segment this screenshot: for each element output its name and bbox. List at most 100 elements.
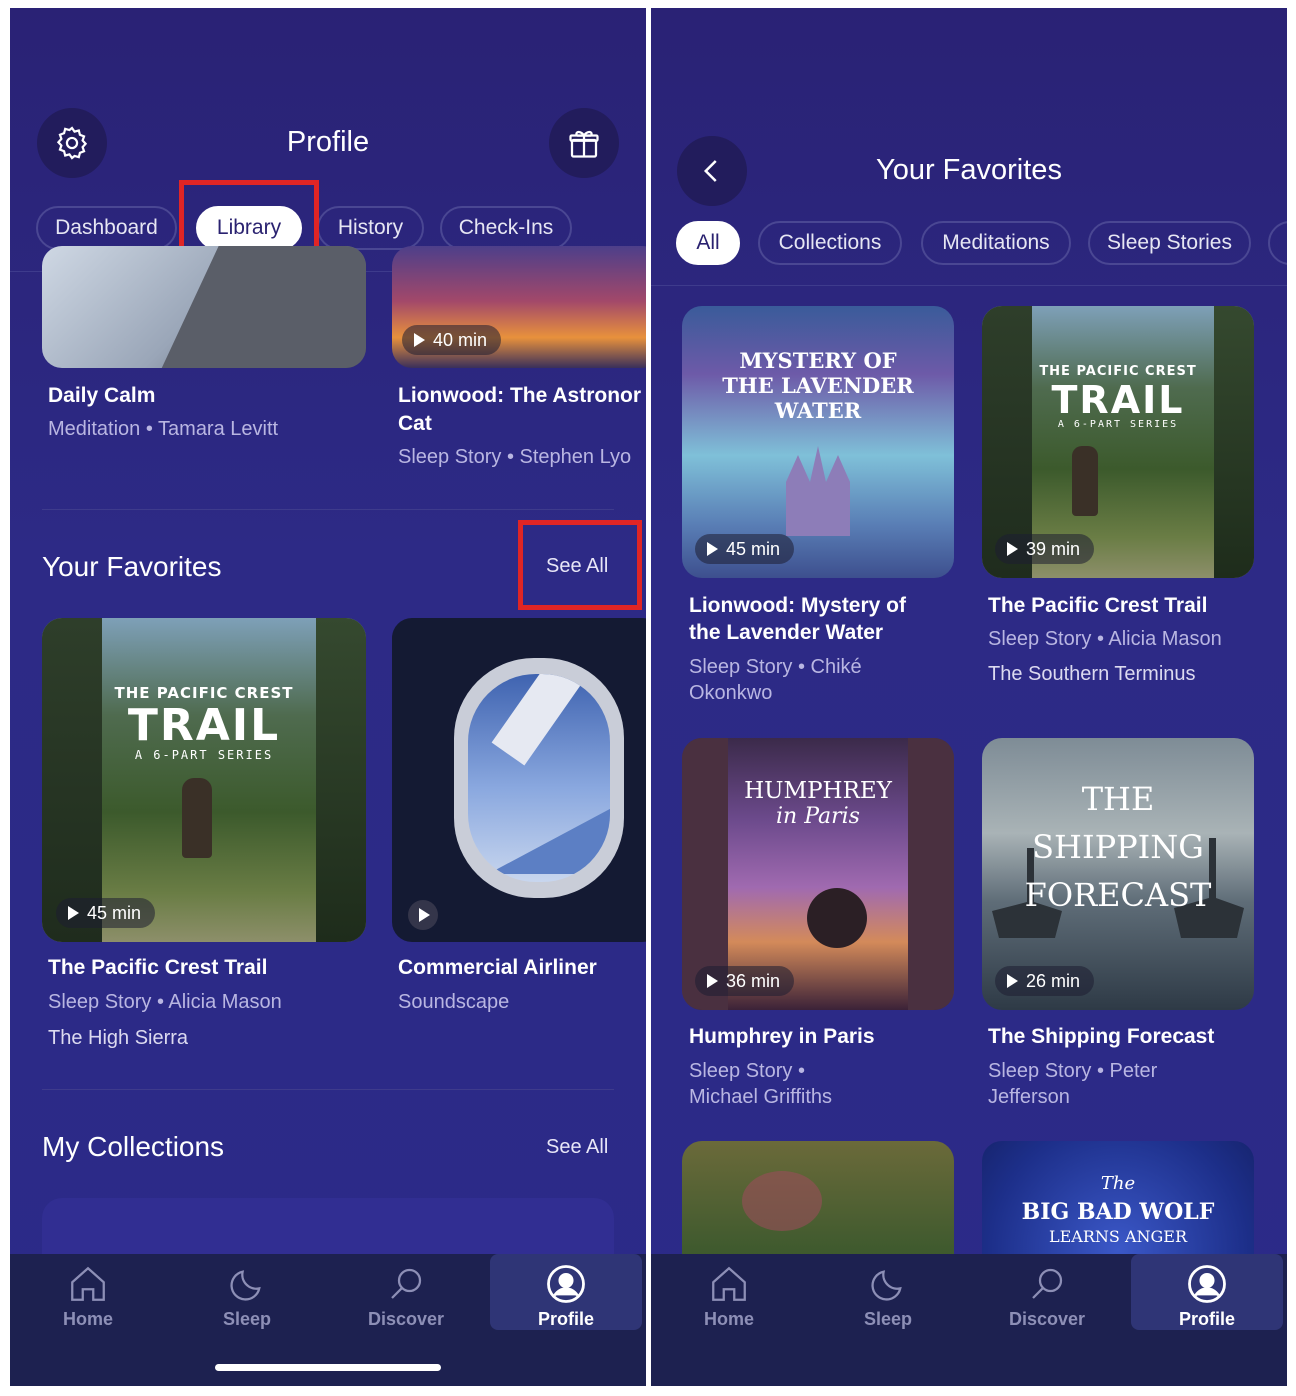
- duration-text: 45 min: [87, 902, 142, 923]
- play-icon: [707, 974, 718, 988]
- play-icon: [414, 333, 425, 347]
- art-text-line1: HUMPHREY: [744, 778, 892, 804]
- card-subtitle: Meditation • Tamara Levitt: [48, 418, 279, 440]
- profile-screen: Profile Dashboard Library History Check-…: [10, 8, 646, 1386]
- nav-discover[interactable]: Discover: [971, 1254, 1123, 1330]
- play-icon: [419, 908, 430, 922]
- card-title-line2[interactable]: Cat: [398, 410, 432, 437]
- astronomers-cat-artwork[interactable]: 40 min: [392, 246, 646, 368]
- play-icon: [1007, 974, 1018, 988]
- gift-icon: [569, 130, 599, 158]
- moon-icon: [230, 1270, 261, 1301]
- card-title[interactable]: Lionwood: Mystery of: [689, 592, 906, 619]
- nav-discover[interactable]: Discover: [330, 1254, 482, 1330]
- home-icon: [712, 1266, 746, 1301]
- card-title[interactable]: Humphrey in Paris: [689, 1023, 875, 1050]
- art-text-line2: in Paris: [776, 804, 860, 829]
- nav-home[interactable]: Home: [12, 1254, 164, 1330]
- filter-more[interactable]: [1268, 221, 1287, 265]
- moon-icon: [871, 1270, 902, 1301]
- art-text-line1: THE: [1081, 780, 1155, 818]
- filter-meditations[interactable]: Meditations: [921, 221, 1071, 265]
- nav-home[interactable]: Home: [653, 1254, 805, 1330]
- search-icon: [391, 1268, 422, 1299]
- nav-sleep[interactable]: Sleep: [171, 1254, 323, 1330]
- nav-label: Discover: [1008, 1309, 1086, 1329]
- duration-badge: 26 min: [995, 966, 1095, 996]
- nav-profile[interactable]: Profile: [490, 1254, 642, 1330]
- nav-label: Home: [62, 1309, 113, 1329]
- page-title: Your Favorites: [876, 154, 1062, 186]
- duration-text: 45 min: [726, 538, 781, 559]
- tab-dashboard[interactable]: Dashboard: [36, 206, 177, 250]
- tab-history[interactable]: History: [317, 206, 424, 250]
- art-text-line1: The: [1100, 1173, 1136, 1194]
- nav-label: Profile: [1178, 1309, 1235, 1329]
- nav-label: Sleep: [863, 1309, 913, 1329]
- card-title[interactable]: The Shipping Forecast: [988, 1023, 1214, 1050]
- art-text-line1: MYSTERY OF: [739, 348, 897, 373]
- filters-divider: [651, 285, 1287, 286]
- card-title[interactable]: Daily Calm: [48, 382, 155, 409]
- nav-label: Sleep: [222, 1309, 272, 1329]
- art-text-line3: LEARNS ANGER: [1048, 1227, 1187, 1246]
- section-divider: [42, 1089, 614, 1090]
- play-button[interactable]: [408, 900, 438, 930]
- duration-badge: 36 min: [695, 966, 795, 996]
- card-title[interactable]: The Pacific Crest Trail: [48, 954, 267, 981]
- card-subtitle-line2: Jefferson: [988, 1086, 1070, 1108]
- bottom-nav: Home Sleep Discover Profile: [651, 1254, 1287, 1386]
- card-title[interactable]: Commercial Airliner: [398, 954, 597, 981]
- section-divider: [42, 509, 614, 510]
- card-subtitle: Sleep Story •: [689, 1060, 805, 1082]
- duration-text: 26 min: [1026, 970, 1081, 991]
- art-text-line2: SHIPPING: [1032, 828, 1204, 866]
- card-title[interactable]: The Pacific Crest Trail: [988, 592, 1207, 619]
- art-text-line2: BIG BAD WOLF: [1021, 1199, 1215, 1225]
- duration-text: 39 min: [1026, 538, 1081, 559]
- daily-calm-artwork[interactable]: [42, 246, 366, 368]
- nav-label: Home: [703, 1309, 754, 1329]
- card-title-line2[interactable]: the Lavender Water: [689, 619, 883, 646]
- play-icon: [707, 542, 718, 556]
- home-icon: [71, 1266, 105, 1301]
- profile-icon: [1188, 1265, 1226, 1303]
- card-title[interactable]: Lionwood: The Astronor: [398, 382, 641, 409]
- search-icon: [1032, 1268, 1063, 1299]
- duration-badge: 45 min: [56, 898, 156, 928]
- nav-profile[interactable]: Profile: [1131, 1254, 1283, 1330]
- favorites-heading: Your Favorites: [42, 551, 222, 582]
- art-main-text: TRAIL: [1051, 378, 1185, 422]
- card-subtitle: Sleep Story • Alicia Mason: [988, 628, 1222, 650]
- nav-label: Profile: [537, 1309, 594, 1329]
- filter-all[interactable]: All: [676, 221, 740, 265]
- favorites-screen: Your Favorites All Collections Meditatio…: [651, 8, 1287, 1386]
- art-bottom-text: A 6-PART SERIES: [134, 748, 274, 762]
- card-episode: The Southern Terminus: [988, 663, 1196, 685]
- duration-badge: 45 min: [695, 534, 795, 564]
- nav-label: Discover: [367, 1309, 445, 1329]
- humphrey-in-paris-artwork[interactable]: HUMPHREY in Paris 36 min: [682, 738, 954, 1010]
- card-episode: The High Sierra: [48, 1027, 189, 1049]
- pacific-crest-trail-artwork[interactable]: THE PACIFIC CREST TRAIL A 6-PART SERIES …: [982, 306, 1254, 578]
- gift-button[interactable]: [549, 108, 619, 178]
- home-indicator: [215, 1364, 441, 1371]
- play-icon: [1007, 542, 1018, 556]
- art-main-text: TRAIL: [127, 700, 281, 751]
- collections-heading: My Collections: [42, 1131, 225, 1162]
- art-text-line3: FORECAST: [1024, 876, 1212, 914]
- pacific-crest-trail-artwork[interactable]: THE PACIFIC CREST TRAIL A 6-PART SERIES …: [42, 618, 366, 942]
- filter-sleep-stories[interactable]: Sleep Stories: [1088, 221, 1251, 265]
- collections-see-all-link[interactable]: See All: [546, 1136, 608, 1159]
- art-bottom-text: A 6-PART SERIES: [1057, 419, 1179, 430]
- duration-text: 40 min: [433, 329, 488, 350]
- commercial-airliner-artwork[interactable]: [392, 618, 646, 942]
- profile-icon: [547, 1265, 585, 1303]
- card-subtitle: Sleep Story • Chiké: [689, 656, 862, 678]
- filter-collections[interactable]: Collections: [758, 221, 902, 265]
- duration-badge: 40 min: [402, 325, 502, 355]
- shipping-forecast-artwork[interactable]: THE SHIPPING FORECAST 26 min: [982, 738, 1254, 1010]
- tab-check-ins[interactable]: Check-Ins: [440, 206, 572, 250]
- nav-sleep[interactable]: Sleep: [812, 1254, 964, 1330]
- lavender-water-artwork[interactable]: MYSTERY OF THE LAVENDER WATER 45 min: [682, 306, 954, 578]
